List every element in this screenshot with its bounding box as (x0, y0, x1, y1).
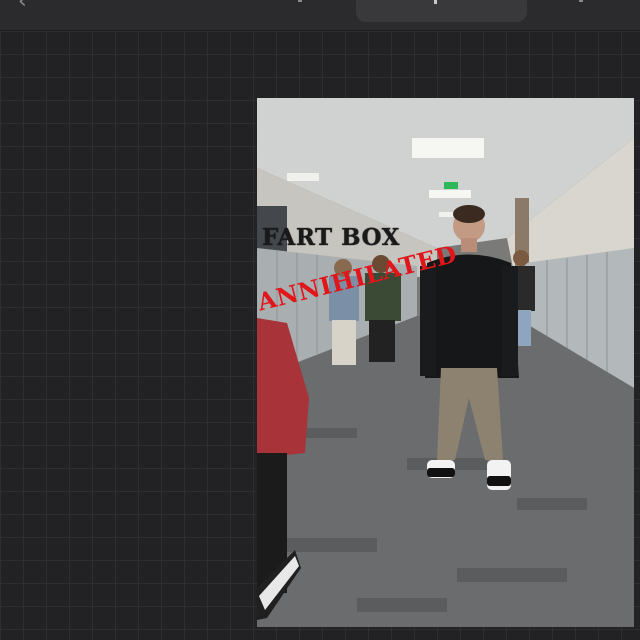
top-toolbar: ‹ (0, 0, 640, 31)
hallway-photo (257, 98, 634, 627)
sticker-text-fart-box[interactable]: FART BOX (262, 224, 400, 251)
toolbar-tab-pill[interactable] (356, 0, 527, 22)
toolbar-indicator (579, 0, 583, 2)
toolbar-indicator (298, 0, 302, 2)
chevron-left-icon[interactable]: ‹ (18, 0, 38, 13)
ceiling-light (287, 173, 319, 181)
pill-indicator (434, 0, 437, 4)
canvas-photo[interactable] (257, 98, 634, 627)
exit-sign (444, 182, 458, 189)
ceiling-light (429, 190, 471, 198)
ceiling-light (412, 138, 484, 158)
